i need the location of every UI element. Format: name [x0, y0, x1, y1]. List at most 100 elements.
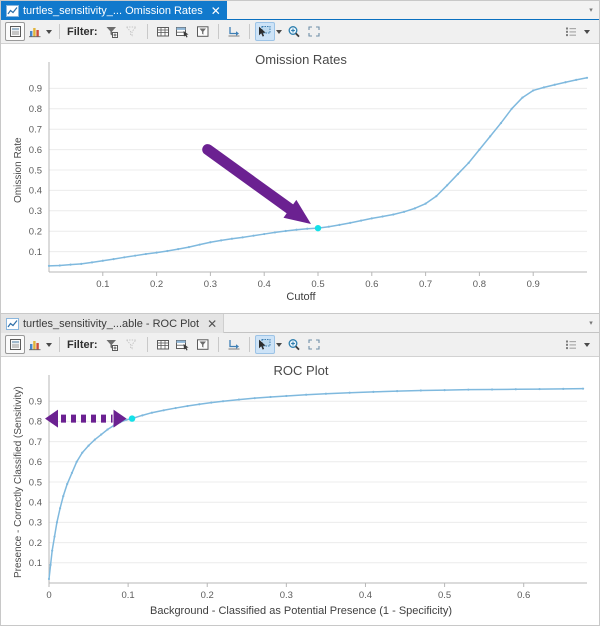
chevron-down-icon[interactable] [46, 342, 52, 347]
tab-label: turtles_sensitivity_...able - ROC Plot [23, 317, 200, 330]
toolbar-separator [248, 337, 250, 352]
switch-selection-button[interactable] [224, 22, 244, 41]
show-all-records-button[interactable] [153, 335, 173, 354]
omission-rates-chart[interactable]: Omission Rates Omission Rate Cutoff 0.1 0… [1, 44, 600, 312]
selected-cutoff-point[interactable] [314, 224, 322, 232]
toolbar-separator [217, 337, 219, 352]
toolbar-separator [59, 24, 60, 39]
purple-double-arrow-annotation [45, 409, 127, 428]
roc-plot-chart[interactable]: ROC Plot Presence - Correctly Classified… [1, 357, 600, 623]
svg-text:0.8: 0.8 [29, 417, 42, 428]
filter-build-button[interactable] [102, 335, 122, 354]
show-extent-records-button[interactable] [193, 22, 213, 41]
select-tool-button[interactable] [254, 335, 275, 354]
svg-text:0.9: 0.9 [29, 84, 42, 95]
svg-text:0.1: 0.1 [96, 279, 109, 290]
filter-clear-button[interactable] [122, 22, 142, 41]
svg-text:0.3: 0.3 [204, 279, 217, 290]
svg-text:0.2: 0.2 [29, 227, 42, 238]
tab-strip-empty-bottom [224, 314, 583, 332]
svg-text:0.3: 0.3 [29, 518, 42, 529]
table-view-button[interactable] [5, 22, 25, 41]
tab-strip-empty-top [226, 1, 583, 19]
svg-text:0.8: 0.8 [29, 104, 42, 115]
toolbar-right-group-bottom [561, 335, 595, 354]
show-extent-records-button[interactable] [193, 335, 213, 354]
svg-text:0.3: 0.3 [29, 206, 42, 217]
omission-rates-panel: turtles_sensitivity_... Omission Rates ✕… [1, 1, 599, 314]
svg-text:0.8: 0.8 [473, 279, 486, 290]
svg-text:0.5: 0.5 [29, 477, 42, 488]
zoom-tool-button[interactable] [284, 335, 304, 354]
filter-label: Filter: [67, 25, 98, 38]
show-selected-records-button[interactable] [173, 22, 193, 41]
svg-text:0.5: 0.5 [29, 165, 42, 176]
tab-omission-rates[interactable]: turtles_sensitivity_... Omission Rates ✕ [1, 1, 227, 20]
toolbar-right-group-top [561, 22, 595, 41]
svg-text:0.4: 0.4 [29, 186, 42, 197]
svg-text:0.5: 0.5 [438, 590, 451, 601]
purple-arrow-annotation [202, 144, 312, 225]
filter-label: Filter: [67, 338, 98, 351]
chevron-down-icon[interactable] [584, 342, 590, 347]
legend-button[interactable] [561, 335, 581, 354]
close-icon[interactable]: ✕ [207, 318, 217, 330]
svg-text:0.6: 0.6 [29, 457, 42, 468]
full-extent-button[interactable] [304, 335, 324, 354]
svg-text:0.1: 0.1 [29, 558, 42, 569]
show-all-records-button[interactable] [153, 22, 173, 41]
select-tool-button[interactable] [254, 22, 275, 41]
chart-view-button[interactable] [25, 335, 45, 354]
toolbar-separator [146, 24, 148, 39]
svg-text:0.1: 0.1 [122, 590, 135, 601]
svg-text:0.7: 0.7 [29, 125, 42, 136]
svg-text:0.9: 0.9 [29, 397, 42, 408]
tab-list-dropdown-bottom[interactable]: ▾ [583, 314, 599, 332]
full-extent-button[interactable] [304, 22, 324, 41]
filter-build-button[interactable] [102, 22, 122, 41]
show-selected-records-button[interactable] [173, 335, 193, 354]
toolbar-separator [59, 337, 60, 352]
toolbar-bottom: Filter: [1, 333, 599, 357]
chart-view-button[interactable] [25, 22, 45, 41]
toolbar-separator [146, 337, 148, 352]
filter-clear-button[interactable] [122, 335, 142, 354]
tab-label: turtles_sensitivity_... Omission Rates [23, 4, 203, 17]
zoom-tool-button[interactable] [284, 22, 304, 41]
tab-strip-top: turtles_sensitivity_... Omission Rates ✕… [1, 1, 599, 20]
table-view-button[interactable] [5, 335, 25, 354]
svg-text:0.3: 0.3 [280, 590, 293, 601]
svg-text:0.6: 0.6 [365, 279, 378, 290]
tab-list-dropdown-top[interactable]: ▾ [583, 1, 599, 19]
chevron-down-icon[interactable] [275, 342, 282, 347]
tab-strip-bottom: turtles_sensitivity_...able - ROC Plot ✕… [1, 314, 599, 333]
chart-window: turtles_sensitivity_... Omission Rates ✕… [0, 0, 600, 626]
selected-threshold-point[interactable] [128, 415, 136, 422]
svg-text:0.2: 0.2 [201, 590, 214, 601]
svg-text:0.4: 0.4 [359, 590, 372, 601]
close-icon[interactable]: ✕ [211, 5, 221, 17]
switch-selection-button[interactable] [224, 335, 244, 354]
toolbar-separator [248, 24, 250, 39]
svg-text:0.4: 0.4 [258, 279, 271, 290]
chart-canvas-roc: 0.1 0.2 0.3 0.4 0.5 0.6 0.7 0.8 0.9 0 0.1 0.2 0.3 0.4… [29, 375, 587, 601]
svg-text:0.5: 0.5 [311, 279, 324, 290]
legend-button[interactable] [561, 22, 581, 41]
svg-text:0.6: 0.6 [29, 145, 42, 156]
chevron-down-icon[interactable] [275, 29, 282, 34]
roc-plot-panel: turtles_sensitivity_...able - ROC Plot ✕… [1, 314, 599, 625]
svg-text:0.9: 0.9 [527, 279, 540, 290]
svg-text:0.1: 0.1 [29, 247, 42, 258]
svg-text:0.2: 0.2 [29, 538, 42, 549]
chart-line-icon [6, 4, 19, 17]
chevron-down-icon[interactable] [584, 29, 590, 34]
svg-text:0: 0 [46, 590, 51, 601]
toolbar-separator [217, 24, 219, 39]
chart-line-icon [6, 317, 19, 330]
toolbar-top: Filter: [1, 20, 599, 44]
chart-canvas-omission: 0.1 0.2 0.3 0.4 0.5 0.6 0.7 0.8 0.9 0.1 0.2 0.3 0.4 0… [29, 62, 589, 290]
svg-text:0.6: 0.6 [517, 590, 530, 601]
chevron-down-icon[interactable] [46, 29, 52, 34]
svg-text:0.2: 0.2 [150, 279, 163, 290]
tab-roc-plot[interactable]: turtles_sensitivity_...able - ROC Plot ✕ [1, 314, 225, 333]
